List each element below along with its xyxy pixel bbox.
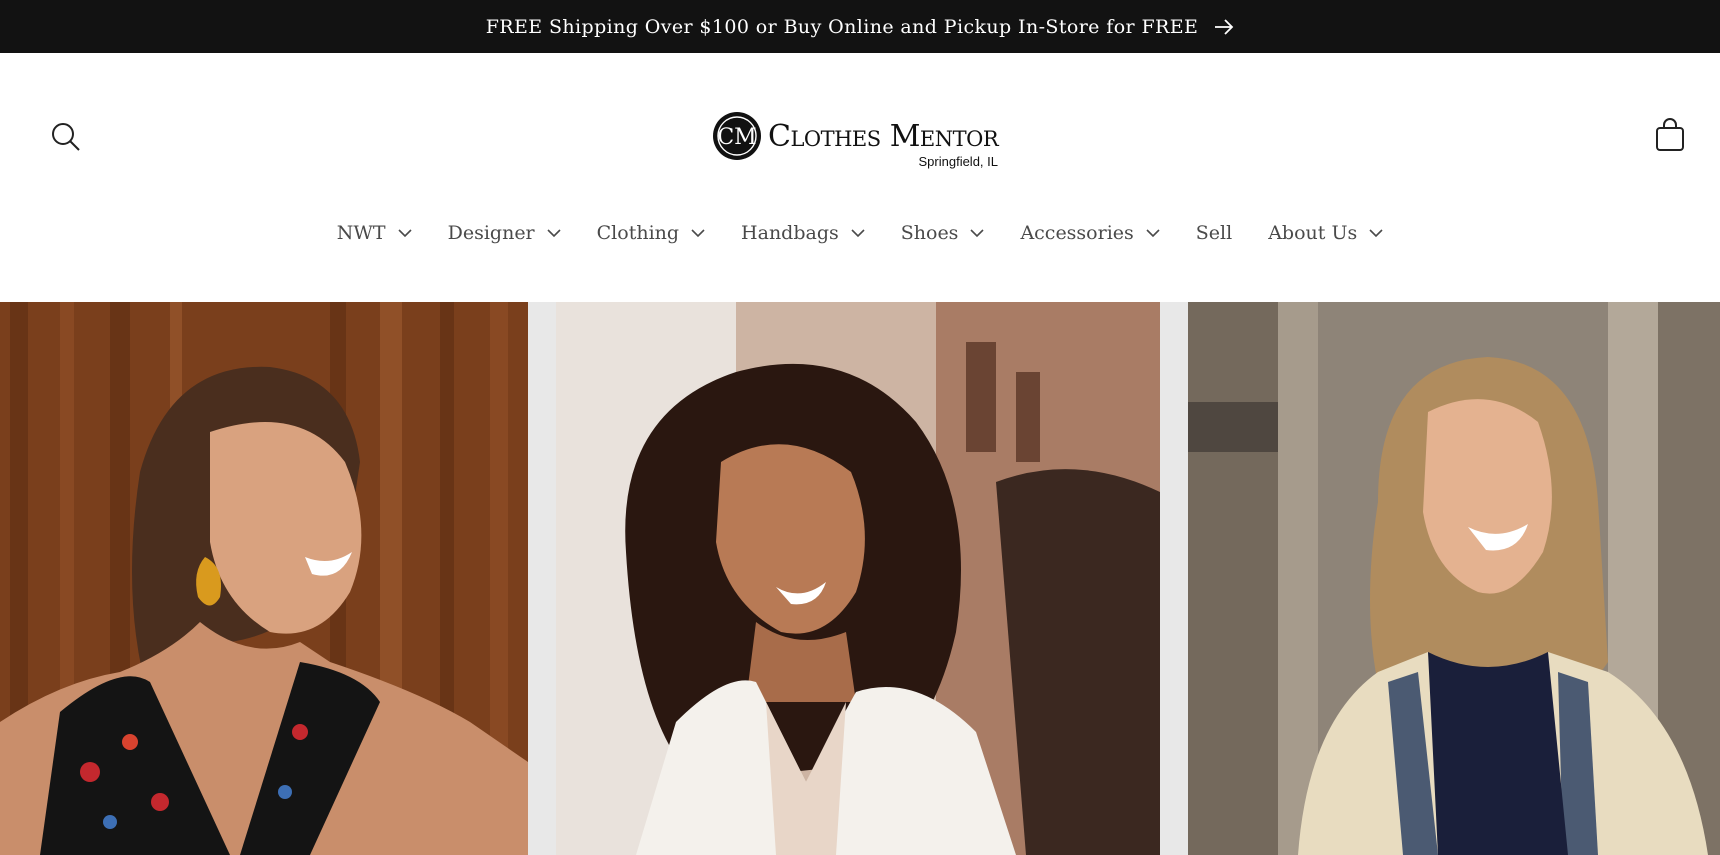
nav-item-label: NWT <box>336 222 386 244</box>
announcement-bar[interactable]: FREE Shipping Over $100 or Buy Online an… <box>0 0 1720 53</box>
site-logo[interactable]: CM Clothes Mentor Springfield, IL <box>712 111 1012 171</box>
nav-item-label: Clothing <box>596 222 680 244</box>
nav-item-label: Sell <box>1195 222 1233 244</box>
search-button[interactable] <box>46 119 86 159</box>
nav-item-label: Accessories <box>1020 222 1134 244</box>
chevron-down-icon <box>691 228 705 238</box>
logo-name: Clothes Mentor <box>768 119 999 154</box>
logo-monogram-icon: CM <box>713 112 761 160</box>
nav-item-handbags[interactable]: Handbags <box>723 218 883 248</box>
cart-button[interactable] <box>1650 117 1690 157</box>
site-header: CM Clothes Mentor Springfield, IL NWT De… <box>0 53 1720 302</box>
chevron-down-icon <box>1146 228 1160 238</box>
chevron-down-icon <box>1369 228 1383 238</box>
chevron-down-icon <box>398 228 412 238</box>
nav-item-label: Shoes <box>900 222 959 244</box>
arrow-right-icon <box>1214 18 1234 35</box>
cart-icon <box>1654 117 1686 157</box>
nav-item-designer[interactable]: Designer <box>430 218 579 248</box>
nav-item-label: About Us <box>1268 222 1358 244</box>
svg-text:CM: CM <box>717 125 756 150</box>
hero-banner[interactable] <box>0 302 1720 855</box>
nav-item-shoes[interactable]: Shoes <box>883 218 1003 248</box>
search-icon <box>50 121 82 158</box>
main-nav: NWT Designer Clothing Handbags Shoes Acc… <box>0 218 1720 248</box>
announcement-text: FREE Shipping Over $100 or Buy Online an… <box>485 15 1199 38</box>
nav-item-nwt[interactable]: NWT <box>319 218 430 248</box>
nav-item-clothing[interactable]: Clothing <box>579 218 723 248</box>
nav-item-sell[interactable]: Sell <box>1178 218 1250 248</box>
chevron-down-icon <box>547 228 561 238</box>
hero-image-left <box>0 302 528 855</box>
chevron-down-icon <box>970 228 985 238</box>
nav-item-about-us[interactable]: About Us <box>1250 218 1401 248</box>
nav-item-label: Designer <box>447 222 535 244</box>
chevron-down-icon <box>851 228 865 238</box>
nav-item-accessories[interactable]: Accessories <box>1002 218 1177 248</box>
nav-item-label: Handbags <box>741 222 839 244</box>
hero-image-right <box>1188 302 1720 855</box>
hero-image-center <box>556 302 1160 855</box>
logo-location: Springfield, IL <box>918 154 999 169</box>
